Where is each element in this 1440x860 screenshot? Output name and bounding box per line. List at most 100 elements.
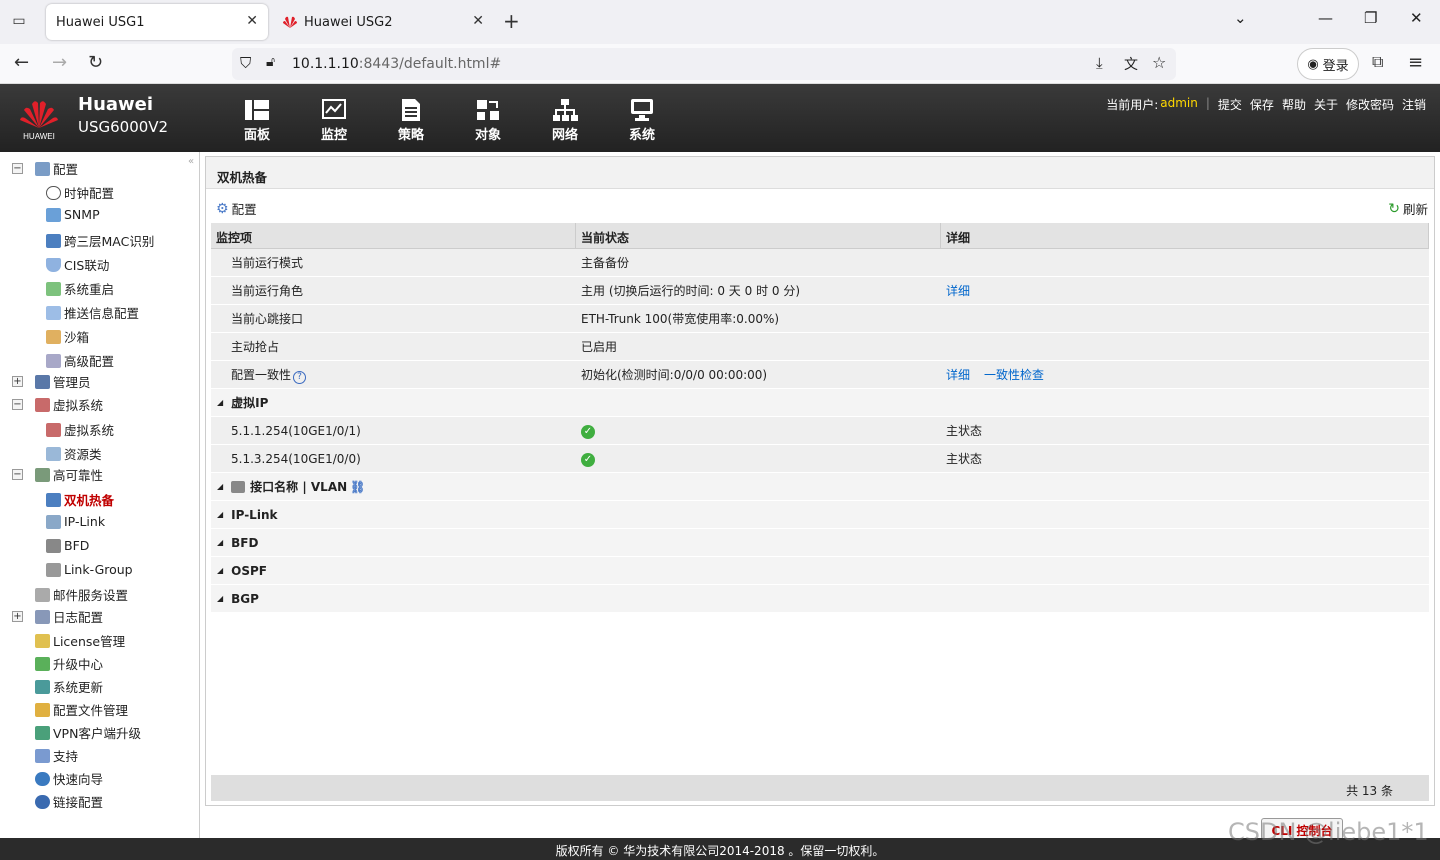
extensions-icon[interactable]: ⧉	[1372, 52, 1383, 72]
tree-item-push-info[interactable]: 推送信息配置	[46, 303, 139, 322]
tab-overflow-chevron-icon[interactable]: ⌄	[1234, 9, 1247, 27]
save-button[interactable]: 保存	[1250, 96, 1274, 113]
menu-policy[interactable]: 策略	[383, 98, 439, 143]
group-bfd[interactable]: ◢ BFD	[211, 529, 1429, 557]
new-tab-icon[interactable]: +	[503, 9, 520, 33]
tree-item-resource-class[interactable]: 资源类	[46, 444, 102, 463]
column-header-detail[interactable]: 详细	[941, 223, 1429, 248]
submit-button[interactable]: 提交	[1218, 96, 1242, 113]
collapse-triangle-icon[interactable]: ◢	[217, 398, 223, 407]
tree-item-ip-link[interactable]: IP-Link	[46, 514, 105, 529]
menu-network[interactable]: 网络	[537, 98, 593, 143]
tree-item-mail-service[interactable]: 邮件服务设置	[35, 585, 128, 604]
detail-link[interactable]: 详细	[946, 368, 970, 382]
close-tab-icon[interactable]: ✕	[472, 13, 484, 29]
group-ospf[interactable]: ◢ OSPF	[211, 557, 1429, 585]
check-ok-icon: ✓	[581, 452, 595, 467]
config-folder-icon	[35, 161, 50, 176]
tree-item-bfd[interactable]: BFD	[46, 538, 89, 553]
tree-label: 资源类	[64, 447, 102, 462]
tree-item-advanced-config[interactable]: 高级配置	[46, 351, 114, 370]
current-user-name: admin	[1160, 96, 1198, 110]
tree-item-mac-identify[interactable]: 跨三层MAC识别	[46, 231, 154, 250]
tree-item-system-update[interactable]: 系统更新	[35, 677, 103, 696]
collapse-triangle-icon[interactable]: ◢	[217, 594, 223, 603]
tree-item-hot-standby[interactable]: 双机热备	[46, 490, 114, 509]
forward-icon[interactable]: →	[52, 52, 67, 73]
logout-button[interactable]: 注销	[1402, 96, 1426, 113]
refresh-label: 刷新	[1402, 202, 1428, 217]
tree-item-support[interactable]: 支持	[35, 746, 78, 765]
tree-item-vpn-upgrade[interactable]: VPN客户端升级	[35, 723, 141, 742]
restore-window-icon[interactable]: ❐	[1364, 9, 1377, 27]
help-icon[interactable]: ?	[293, 370, 307, 384]
shield-icon	[46, 257, 61, 272]
group-bgp[interactable]: ◢ BGP	[211, 585, 1429, 613]
column-header-item[interactable]: 监控项	[211, 223, 576, 248]
tree-item-upgrade-center[interactable]: 升级中心	[35, 654, 103, 673]
collapse-toggle-icon[interactable]: −	[12, 163, 23, 174]
change-password-button[interactable]: 修改密码	[1346, 96, 1394, 113]
tree-item-sandbox[interactable]: 沙箱	[46, 327, 89, 346]
group-interface-vlan[interactable]: ◢ 接口名称 | VLAN ⛓	[211, 473, 1429, 501]
browser-tab-usg2[interactable]: Huawei USG2 ✕	[272, 4, 494, 40]
tree-item-snmp[interactable]: SNMP	[46, 207, 100, 222]
collapse-sidebar-icon[interactable]: «	[188, 156, 194, 167]
collapse-triangle-icon[interactable]: ◢	[217, 566, 223, 575]
menu-monitor[interactable]: 监控	[306, 98, 362, 143]
group-ip-link[interactable]: ◢ IP-Link	[211, 501, 1429, 529]
minimize-window-icon[interactable]: —	[1318, 9, 1333, 27]
close-window-icon[interactable]: ✕	[1410, 9, 1423, 27]
install-app-icon[interactable]: ⤓	[1096, 54, 1103, 72]
collapse-triangle-icon[interactable]: ◢	[217, 538, 223, 547]
expand-toggle-icon[interactable]: +	[12, 611, 23, 622]
tree-item-system-restart[interactable]: 系统重启	[46, 279, 114, 298]
tree-item-cis-link[interactable]: CIS联动	[46, 255, 109, 274]
tree-node-high-reliability[interactable]: − 高可靠性	[12, 465, 103, 484]
tree-item-link-config[interactable]: 链接配置	[35, 792, 103, 811]
browser-tab-usg1[interactable]: Huawei USG1 ✕	[46, 4, 268, 40]
url-text[interactable]: 10.1.1.10:8443/default.html#	[292, 56, 501, 72]
expand-toggle-icon[interactable]: +	[12, 376, 23, 387]
column-header-status[interactable]: 当前状态	[576, 223, 941, 248]
menu-object[interactable]: 对象	[460, 98, 516, 143]
help-button[interactable]: 帮助	[1282, 96, 1306, 113]
tree-node-log-config[interactable]: + 日志配置	[12, 607, 103, 626]
tree-node-config[interactable]: − 配置	[12, 159, 78, 178]
app-menu-icon[interactable]: ≡	[1408, 52, 1423, 73]
address-bar[interactable]: ⛉ 🔓︎ 10.1.1.10:8443/default.html# ⤓ 文 ☆	[232, 48, 1176, 80]
tree-node-virtual-system[interactable]: − 虚拟系统	[12, 395, 103, 414]
tree-label: 沙箱	[64, 330, 90, 345]
translate-icon[interactable]: 文	[1124, 54, 1138, 74]
tree-item-link-group[interactable]: Link-Group	[46, 562, 133, 577]
menu-system[interactable]: 系统	[614, 98, 670, 143]
collapse-toggle-icon[interactable]: −	[12, 399, 23, 410]
reload-icon[interactable]: ↻	[88, 52, 103, 73]
close-tab-icon[interactable]: ✕	[246, 13, 258, 29]
tree-item-license[interactable]: License管理	[35, 631, 125, 650]
group-label: OSPF	[231, 563, 267, 578]
back-icon[interactable]: ←	[14, 52, 29, 73]
menu-dashboard[interactable]: 面板	[229, 98, 285, 143]
collapse-toggle-icon[interactable]: −	[12, 469, 23, 480]
consistency-check-link[interactable]: 一致性检查	[984, 368, 1044, 382]
system-update-icon	[35, 679, 50, 694]
shield-icon[interactable]: ⛉	[240, 54, 251, 72]
tree-node-admin[interactable]: + 管理员	[12, 372, 91, 391]
user-toolbar: 当前用户: admin | 提交 保存 帮助 关于 修改密码 注销	[1106, 96, 1426, 113]
collapse-triangle-icon[interactable]: ◢	[217, 482, 223, 491]
refresh-button[interactable]: ↻ 刷新	[1388, 199, 1428, 218]
config-button[interactable]: ⚙ 配置	[216, 199, 257, 218]
about-button[interactable]: 关于	[1314, 96, 1338, 113]
login-button[interactable]: ◉ 登录	[1297, 48, 1359, 80]
lock-icon[interactable]: 🔓︎	[266, 54, 275, 70]
collapse-triangle-icon[interactable]: ◢	[217, 510, 223, 519]
tree-item-config-file[interactable]: 配置文件管理	[35, 700, 128, 719]
detail-link[interactable]: 详细	[946, 284, 970, 298]
group-virtual-ip[interactable]: ◢ 虚拟IP	[211, 389, 1429, 417]
tab-list-icon[interactable]: ▭	[8, 10, 30, 32]
tree-item-virtual-system[interactable]: 虚拟系统	[46, 420, 114, 439]
tree-item-clock-config[interactable]: 时钟配置	[46, 183, 114, 202]
tree-item-quick-wizard[interactable]: 快速向导	[35, 769, 103, 788]
bookmark-star-icon[interactable]: ☆	[1152, 53, 1166, 72]
